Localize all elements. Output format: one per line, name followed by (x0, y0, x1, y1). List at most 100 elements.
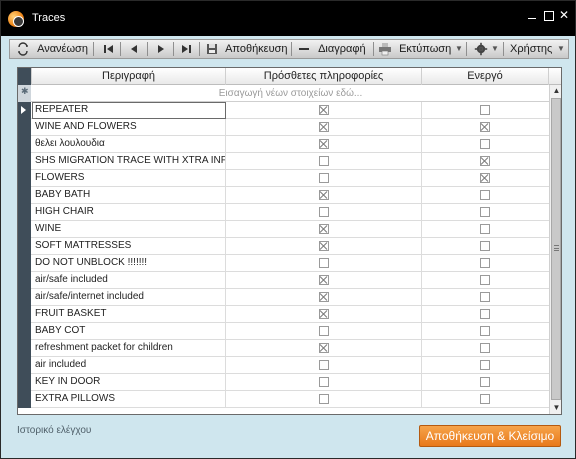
additional-info-checkbox[interactable] (319, 207, 329, 217)
active-checkbox[interactable] (480, 275, 490, 285)
additional-info-checkbox[interactable] (319, 105, 329, 115)
scroll-down-icon[interactable]: ▼ (551, 402, 561, 414)
users-dropdown-icon[interactable]: ▼ (556, 40, 566, 58)
active-checkbox[interactable] (480, 207, 490, 217)
additional-info-checkbox[interactable] (319, 224, 329, 234)
audit-history-link[interactable]: Ιστορικό ελέγχου (17, 425, 91, 436)
close-icon[interactable]: ✕ (557, 8, 571, 22)
new-item-placeholder[interactable]: Εισαγωγή νέων στοιχείων εδώ... (32, 85, 549, 102)
table-row[interactable]: air/safe/internet included (18, 289, 549, 306)
row-indicator[interactable] (18, 153, 31, 170)
scroll-up-icon[interactable]: ▲ (551, 85, 561, 97)
description-cell[interactable]: WINE (32, 221, 226, 238)
column-header-description[interactable]: Περιγραφή (32, 68, 226, 85)
additional-info-checkbox[interactable] (319, 394, 329, 404)
active-checkbox[interactable] (480, 258, 490, 268)
table-row[interactable]: FLOWERS (18, 170, 549, 187)
active-checkbox[interactable] (480, 394, 490, 404)
description-cell[interactable]: FLOWERS (32, 170, 226, 187)
description-cell[interactable]: WINE AND FLOWERS (32, 119, 226, 136)
table-row[interactable]: air/safe included (18, 272, 549, 289)
row-indicator[interactable] (18, 204, 31, 221)
active-checkbox[interactable] (480, 326, 490, 336)
row-indicator[interactable] (18, 391, 31, 408)
row-indicator[interactable] (18, 187, 31, 204)
save-button[interactable]: Αποθήκευση (205, 40, 288, 58)
additional-info-checkbox[interactable] (319, 258, 329, 268)
active-checkbox[interactable] (480, 122, 490, 132)
additional-info-checkbox[interactable] (319, 190, 329, 200)
additional-info-checkbox[interactable] (319, 360, 329, 370)
table-row[interactable]: air included (18, 357, 549, 374)
row-indicator[interactable] (18, 323, 31, 340)
table-row[interactable]: BABY COT (18, 323, 549, 340)
active-checkbox[interactable] (480, 377, 490, 387)
active-checkbox[interactable] (480, 190, 490, 200)
new-item-row[interactable]: ✱ Εισαγωγή νέων στοιχείων εδώ... (18, 85, 549, 102)
table-row[interactable]: EXTRA PILLOWS (18, 391, 549, 408)
description-cell[interactable]: air included (32, 357, 226, 374)
print-button[interactable]: Εκτύπωση (378, 40, 451, 58)
settings-button[interactable] (474, 40, 488, 58)
users-button[interactable]: Χρήστης (510, 40, 552, 58)
maximize-icon[interactable] (541, 8, 555, 22)
description-cell[interactable]: HIGH CHAIR (32, 204, 226, 221)
table-row[interactable]: FRUIT BASKET (18, 306, 549, 323)
scroll-thumb[interactable] (551, 98, 561, 400)
table-row[interactable]: HIGH CHAIR (18, 204, 549, 221)
previous-record-button[interactable] (127, 40, 141, 58)
row-indicator[interactable] (18, 289, 31, 306)
active-checkbox[interactable] (480, 292, 490, 302)
table-row[interactable]: WINE (18, 221, 549, 238)
description-cell[interactable]: EXTRA PILLOWS (32, 391, 226, 408)
minimize-icon[interactable] (525, 8, 539, 22)
active-checkbox[interactable] (480, 224, 490, 234)
column-header-additional-info[interactable]: Πρόσθετες πληροφορίες (226, 68, 422, 85)
additional-info-checkbox[interactable] (319, 292, 329, 302)
active-checkbox[interactable] (480, 309, 490, 319)
description-cell[interactable]: θελει λουλουδια (32, 136, 226, 153)
description-cell[interactable]: SHS MIGRATION TRACE WITH XTRA INFO (32, 153, 226, 170)
table-row[interactable]: KEY IN DOOR (18, 374, 549, 391)
description-cell[interactable]: DO NOT UNBLOCK !!!!!!! (32, 255, 226, 272)
active-checkbox[interactable] (480, 156, 490, 166)
refresh-button[interactable]: Ανανέωση (16, 40, 88, 58)
additional-info-checkbox[interactable] (319, 156, 329, 166)
row-indicator[interactable] (18, 221, 31, 238)
table-row[interactable]: WINE AND FLOWERS (18, 119, 549, 136)
description-cell[interactable]: KEY IN DOOR (32, 374, 226, 391)
row-indicator[interactable] (18, 119, 31, 136)
active-checkbox[interactable] (480, 360, 490, 370)
additional-info-checkbox[interactable] (319, 343, 329, 353)
description-cell[interactable]: BABY BATH (32, 187, 226, 204)
additional-info-checkbox[interactable] (319, 326, 329, 336)
first-record-button[interactable] (101, 40, 115, 58)
table-row[interactable]: θελει λουλουδια (18, 136, 549, 153)
row-indicator[interactable] (18, 374, 31, 391)
active-checkbox[interactable] (480, 139, 490, 149)
row-indicator[interactable] (18, 357, 31, 374)
column-header-active[interactable]: Ενεργό (422, 68, 549, 85)
row-indicator[interactable] (18, 238, 31, 255)
last-record-button[interactable] (180, 40, 194, 58)
row-indicator[interactable] (18, 340, 31, 357)
additional-info-checkbox[interactable] (319, 275, 329, 285)
row-indicator[interactable] (18, 136, 31, 153)
delete-button[interactable]: Διαγραφή (297, 40, 366, 58)
description-cell[interactable]: air/safe/internet included (32, 289, 226, 306)
additional-info-checkbox[interactable] (319, 241, 329, 251)
row-indicator[interactable] (18, 272, 31, 289)
table-row[interactable]: DO NOT UNBLOCK !!!!!!! (18, 255, 549, 272)
description-cell[interactable]: BABY COT (32, 323, 226, 340)
description-cell[interactable]: REPEATER (32, 102, 226, 119)
additional-info-checkbox[interactable] (319, 173, 329, 183)
table-row[interactable]: SOFT MATTRESSES (18, 238, 549, 255)
print-dropdown-icon[interactable]: ▼ (454, 40, 464, 58)
row-indicator[interactable] (18, 306, 31, 323)
description-cell[interactable]: SOFT MATTRESSES (32, 238, 226, 255)
vertical-scrollbar[interactable]: ▲ ▼ (549, 85, 561, 414)
active-checkbox[interactable] (480, 241, 490, 251)
description-cell[interactable]: refreshment packet for children (32, 340, 226, 357)
row-indicator[interactable] (18, 170, 31, 187)
additional-info-checkbox[interactable] (319, 139, 329, 149)
